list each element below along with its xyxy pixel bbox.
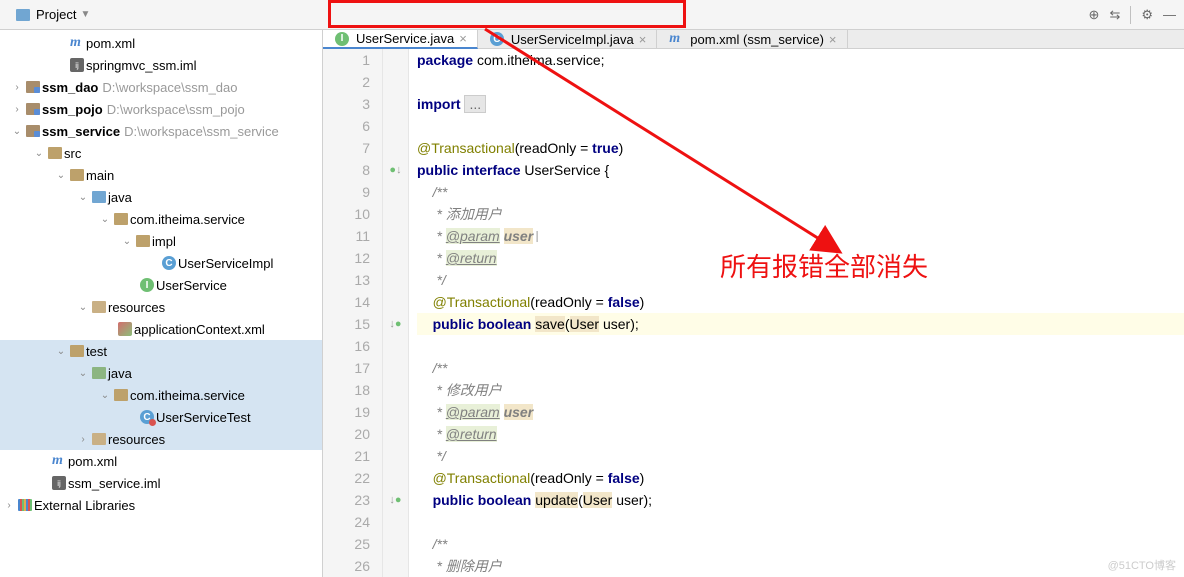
impl-marker-icon[interactable]: ● — [383, 489, 408, 511]
tree-package-test[interactable]: ⌄com.itheima.service — [0, 384, 322, 406]
interface-icon: I — [333, 32, 351, 46]
tab-label: pom.xml (ssm_service) — [690, 32, 824, 47]
ij-file-icon: ij — [68, 58, 86, 72]
code-area[interactable]: package com.itheima.service; import ... … — [409, 49, 1184, 577]
override-marker-icon[interactable]: ● — [383, 159, 408, 181]
tab-userservice[interactable]: I UserService.java × — [323, 30, 478, 49]
tree-folder-main[interactable]: ⌄main — [0, 164, 322, 186]
tree-class-userservicetest[interactable]: CUserServiceTest — [0, 406, 322, 428]
line-gutter: 1 2 3 6 7 8 9 10 11 12 13 14 15 16 17 18… — [323, 49, 383, 577]
toolbar: Project ▼ ⊕ ⇆ ⚙ — — [0, 0, 1184, 30]
tree-interface-userservice[interactable]: IUserService — [0, 274, 322, 296]
chevron-down-icon[interactable]: ⌄ — [98, 390, 112, 401]
project-selector[interactable]: Project ▼ — [8, 5, 96, 24]
tree-folder-test-resources[interactable]: ›resources — [0, 428, 322, 450]
close-icon[interactable]: × — [459, 31, 467, 46]
chevron-down-icon[interactable]: ⌄ — [76, 368, 90, 379]
chevron-down-icon[interactable]: ⌄ — [98, 214, 112, 225]
maven-icon: m — [68, 36, 86, 50]
watermark: @51CTO博客 — [1108, 557, 1176, 573]
tree-module-ssm-pojo[interactable]: ›ssm_pojoD:\workspace\ssm_pojo — [0, 98, 322, 120]
text-caret — [533, 228, 543, 244]
chevron-right-icon[interactable]: › — [10, 104, 24, 115]
tree-folder-resources[interactable]: ⌄resources — [0, 296, 322, 318]
tree-folder-test-java[interactable]: ⌄java — [0, 362, 322, 384]
target-icon[interactable]: ⊕ — [1089, 7, 1100, 23]
folder-icon — [68, 345, 86, 357]
maven-icon: m — [50, 454, 68, 468]
tree-file-appctx[interactable]: applicationContext.xml — [0, 318, 322, 340]
ij-file-icon: ij — [50, 476, 68, 490]
gear-icon[interactable]: ⚙ — [1141, 7, 1153, 23]
tree-folder-impl[interactable]: ⌄impl — [0, 230, 322, 252]
resources-folder-icon — [90, 301, 108, 313]
close-icon[interactable]: × — [639, 32, 647, 47]
xml-icon — [116, 322, 134, 336]
module-icon — [24, 103, 42, 115]
project-label: Project — [36, 7, 76, 22]
chevron-down-icon: ▼ — [80, 9, 90, 20]
test-class-icon: C — [138, 410, 156, 424]
project-tree[interactable]: mpom.xml ijspringmvc_ssm.iml ›ssm_daoD:\… — [0, 30, 323, 577]
tree-package[interactable]: ⌄com.itheima.service — [0, 208, 322, 230]
close-icon[interactable]: × — [829, 32, 837, 47]
resources-folder-icon — [90, 433, 108, 445]
interface-icon: I — [138, 278, 156, 292]
test-folder-icon — [90, 367, 108, 379]
libraries-icon — [16, 499, 34, 511]
tab-label: UserServiceImpl.java — [511, 32, 634, 47]
tab-userserviceimpl[interactable]: C UserServiceImpl.java × — [478, 30, 657, 48]
package-icon — [134, 235, 152, 247]
tab-pom[interactable]: m pom.xml (ssm_service) × — [657, 30, 847, 48]
tree-file-pom2[interactable]: mpom.xml — [0, 450, 322, 472]
module-icon — [24, 81, 42, 93]
tab-label: UserService.java — [356, 31, 454, 46]
chevron-down-icon[interactable]: ⌄ — [120, 236, 134, 247]
chevron-down-icon[interactable]: ⌄ — [54, 346, 68, 357]
tree-file-pom1[interactable]: mpom.xml — [0, 32, 322, 54]
folder-icon — [46, 147, 64, 159]
source-folder-icon — [90, 191, 108, 203]
tree-external-libs[interactable]: ›External Libraries — [0, 494, 322, 516]
chevron-right-icon[interactable]: › — [2, 500, 16, 511]
divider — [1130, 6, 1131, 24]
chevron-down-icon[interactable]: ⌄ — [76, 302, 90, 313]
package-icon — [112, 213, 130, 225]
chevron-down-icon[interactable]: ⌄ — [54, 170, 68, 181]
chevron-down-icon[interactable]: ⌄ — [32, 148, 46, 159]
chevron-right-icon[interactable]: › — [76, 434, 90, 445]
tree-module-ssm-service[interactable]: ⌄ssm_serviceD:\workspace\ssm_service — [0, 120, 322, 142]
chevron-right-icon[interactable]: › — [10, 82, 24, 93]
tree-folder-src-java[interactable]: ⌄java — [0, 186, 322, 208]
maven-icon: m — [667, 32, 685, 46]
project-icon — [14, 9, 32, 21]
class-icon: C — [488, 32, 506, 46]
minimize-icon[interactable]: — — [1163, 7, 1176, 22]
tree-class-userserviceimpl[interactable]: CUserServiceImpl — [0, 252, 322, 274]
editor[interactable]: 1 2 3 6 7 8 9 10 11 12 13 14 15 16 17 18… — [323, 49, 1184, 577]
tree-folder-test[interactable]: ⌄test — [0, 340, 322, 362]
chevron-down-icon[interactable]: ⌄ — [76, 192, 90, 203]
editor-tabs: I UserService.java × C UserServiceImpl.java… — [323, 30, 1184, 49]
tree-file-service-iml[interactable]: ijssm_service.iml — [0, 472, 322, 494]
tree-folder-src[interactable]: ⌄src — [0, 142, 322, 164]
package-icon — [112, 389, 130, 401]
annotation-text: 所有报错全部消失 — [720, 247, 928, 284]
folder-icon — [68, 169, 86, 181]
chevron-down-icon[interactable]: ⌄ — [10, 126, 24, 137]
tree-module-ssm-dao[interactable]: ›ssm_daoD:\workspace\ssm_dao — [0, 76, 322, 98]
module-icon — [24, 125, 42, 137]
tree-file-iml[interactable]: ijspringmvc_ssm.iml — [0, 54, 322, 76]
class-icon: C — [160, 256, 178, 270]
marker-gutter: ● ● ● — [383, 49, 409, 577]
expand-icon[interactable]: ⇆ — [1109, 7, 1120, 23]
impl-marker-icon[interactable]: ● — [383, 313, 408, 335]
